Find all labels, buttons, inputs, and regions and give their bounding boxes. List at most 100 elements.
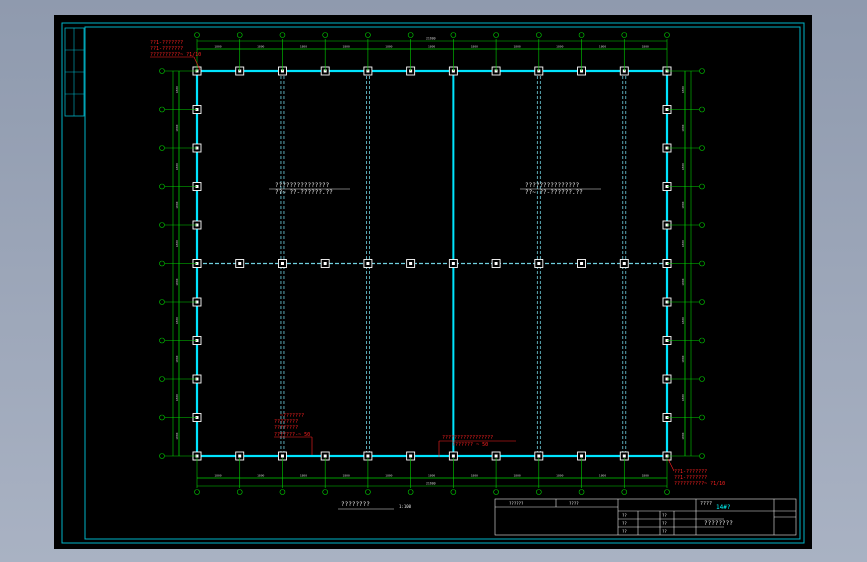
grid-bubble xyxy=(159,337,165,344)
title-block-row-label: ?? xyxy=(662,521,667,526)
dimension-total: 21600 xyxy=(426,482,436,486)
dimension-value: 1800 xyxy=(175,240,179,247)
dimension-value: 1800 xyxy=(681,86,685,93)
column-core xyxy=(622,262,626,265)
grid-bubble xyxy=(365,32,371,38)
dimension-value: 1800 xyxy=(681,317,685,324)
grid-bubble xyxy=(159,183,165,190)
title-block xyxy=(494,498,797,536)
annotation-text: ???????? xyxy=(274,425,298,431)
title-block-company: ???? xyxy=(700,501,712,507)
annotation-text: ????????????????? xyxy=(442,435,493,441)
grid-bubble xyxy=(699,106,705,113)
dimension-value: 1800 xyxy=(471,474,478,478)
title-block-project-code: 14#? xyxy=(716,504,731,511)
grid-bubble xyxy=(699,414,705,421)
column-grid-plan: 1800 1800 1800 1800 1800 1800 1800 1800 1800 1800… xyxy=(159,32,705,495)
grid-bubble xyxy=(699,453,705,459)
grid-bubble xyxy=(664,489,670,495)
grid-bubble xyxy=(159,299,165,305)
dimension-value: 1800 xyxy=(428,45,435,49)
dimension-value: 1800 xyxy=(343,45,350,49)
dimension-value: 1800 xyxy=(681,240,685,247)
dimension-value: 1800 xyxy=(681,355,685,362)
column-core xyxy=(494,262,498,265)
grid-bubble xyxy=(279,489,286,495)
grid-bubble xyxy=(159,68,165,74)
sheet-inner-border xyxy=(84,26,801,540)
dimension-value: 1800 xyxy=(513,474,520,478)
grid-bubble xyxy=(536,32,542,38)
dimension-value: 1800 xyxy=(681,278,685,285)
column-core xyxy=(366,262,370,265)
dimension-value: 1800 xyxy=(175,278,179,285)
dimension-value: 1800 xyxy=(681,124,685,131)
column-core xyxy=(366,454,370,458)
grid-bubble xyxy=(578,32,585,38)
dimension-value: 1800 xyxy=(175,124,179,131)
dimension-value: 1800 xyxy=(175,201,179,208)
dimension-value: 1800 xyxy=(556,474,563,478)
title-block-drawing-name: ???????? xyxy=(704,520,733,527)
column-core xyxy=(537,262,541,265)
grid-bubble xyxy=(322,489,328,495)
grid-bubble xyxy=(699,68,705,74)
dimension-value: 1800 xyxy=(385,45,392,49)
column-core xyxy=(494,454,498,458)
plan-title-label: ???????? xyxy=(341,501,370,508)
annotation-text: ??????? ~ 50 xyxy=(452,442,488,448)
title-block-cell: ???? xyxy=(569,501,579,506)
column-core xyxy=(537,454,541,458)
grid-bubble xyxy=(365,489,371,495)
column-core xyxy=(622,454,626,458)
column-core xyxy=(409,262,413,265)
annotation-bottom-right: ??1-??????? ??1-??????? ??????????~ ?1/1… xyxy=(667,458,725,487)
plan-title-scale: 1:100 xyxy=(399,504,412,509)
column-core xyxy=(280,454,284,458)
column-core xyxy=(323,454,327,458)
dimension-value: 1800 xyxy=(175,355,179,362)
grid-bubble xyxy=(493,489,499,495)
dimension-value: 1800 xyxy=(556,45,563,49)
dimension-value: 1800 xyxy=(175,163,179,170)
grid-bubble xyxy=(194,32,200,38)
title-block-row-label: ?? xyxy=(662,529,667,534)
grid-bubble xyxy=(536,489,542,495)
dimension-value: 1800 xyxy=(214,474,221,478)
grid-bubble xyxy=(621,489,628,495)
dimension-value: 1800 xyxy=(599,45,606,49)
title-block-row-label: ?? xyxy=(622,513,627,518)
grid-bubble xyxy=(493,32,499,38)
dimension-value: 1800 xyxy=(385,474,392,478)
dimension-value: 1800 xyxy=(681,394,685,401)
annotation-top-left: ??1-??????? ??1-??????? ??????????~ ?1/1… xyxy=(150,40,201,71)
dimension-value: 1800 xyxy=(175,86,179,93)
column-core xyxy=(451,454,455,458)
grid-bubble xyxy=(279,32,286,38)
column-core xyxy=(238,454,242,458)
grid-bubble xyxy=(578,489,585,495)
annotation-text: ??????????????? xyxy=(525,182,580,189)
dimension-value: 1800 xyxy=(300,45,307,49)
annotation-text: ??~ ??-??????.?? xyxy=(275,189,333,196)
title-block-row-label: ?? xyxy=(622,529,627,534)
grid-bubble xyxy=(159,414,165,421)
title-block-row-label: ?? xyxy=(622,521,627,526)
grid-bubble xyxy=(407,32,414,38)
cad-viewport[interactable]: 1800 1800 1800 1800 1800 1800 1800 1800 1800 1800… xyxy=(54,15,812,549)
structural-plan-drawing: 1800 1800 1800 1800 1800 1800 1800 1800 1800 1800… xyxy=(61,22,805,544)
dimension-value: 1800 xyxy=(599,474,606,478)
grid-bubble xyxy=(159,106,165,113)
dimension-value: 1800 xyxy=(257,45,264,49)
grid-bubble xyxy=(699,376,705,382)
grid-bubble xyxy=(699,183,705,190)
grid-bubble xyxy=(699,337,705,344)
dimension-value: 1800 xyxy=(681,163,685,170)
annotation-center-left: ??????????????? ??~ ??-??????.?? xyxy=(269,182,350,196)
dimension-value: 1800 xyxy=(343,474,350,478)
column-core xyxy=(409,454,413,458)
grid-bubble xyxy=(236,32,243,38)
grid-bubble xyxy=(159,453,165,459)
grid-bubble xyxy=(159,145,165,151)
plan-title: ???????? 1:100 xyxy=(338,501,412,510)
